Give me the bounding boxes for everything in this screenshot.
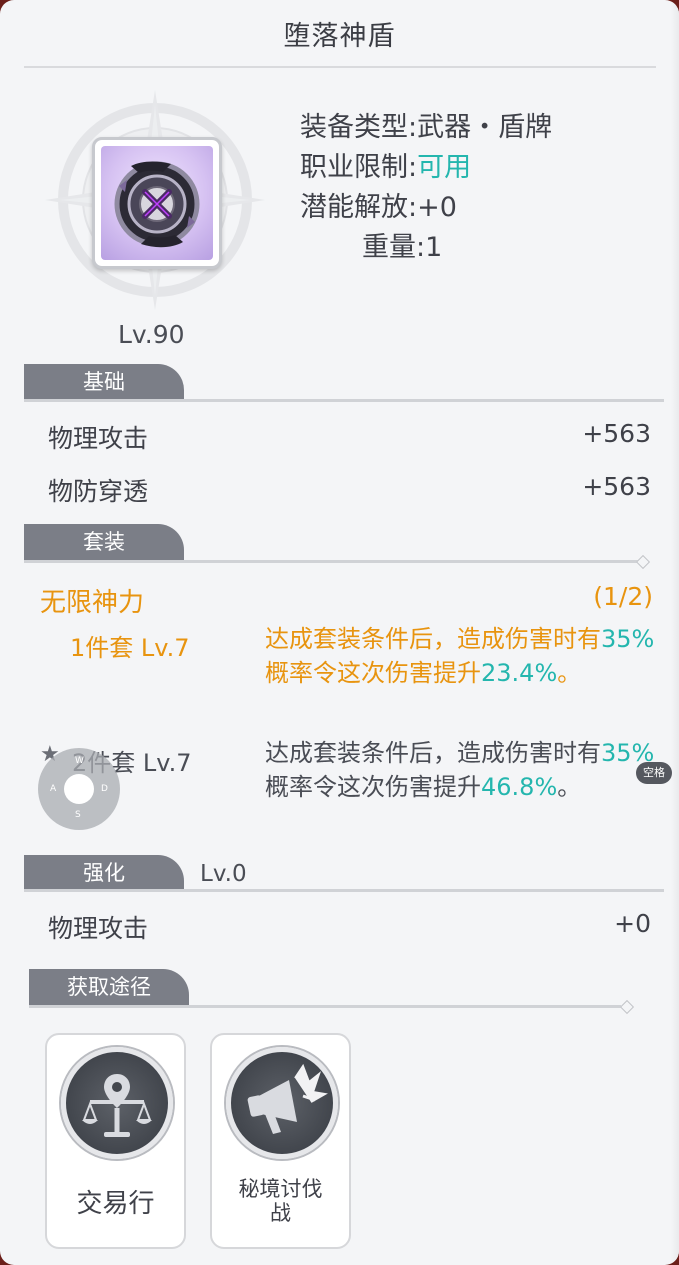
info-class-row: 职业限制:可用 (300, 148, 552, 188)
set-bonus-2-end: 。 (557, 773, 582, 801)
section-line-source (29, 1005, 621, 1008)
set-bonus-2-text-b: 概率令这次伤害提升 (265, 773, 481, 801)
item-icon-background (101, 146, 213, 260)
section-tab-set: 套装 (24, 524, 184, 560)
enhance-level: Lv.0 (200, 861, 247, 887)
scales-icon (61, 1047, 173, 1159)
source-card-expedition[interactable]: 秘境讨伐战 (210, 1033, 351, 1249)
section-line-enhance (24, 889, 664, 892)
section-tab-basic: 基础 (24, 364, 184, 400)
source-label-trading: 交易行 (76, 1189, 155, 1219)
class-label: 职业限制: (300, 152, 418, 183)
line-end-diamond-icon (619, 999, 635, 1015)
info-type-row: 装备类型:武器・盾牌 (300, 108, 552, 148)
potential-value: +0 (417, 192, 457, 223)
set-bonus-1-pct: 35% (601, 625, 655, 653)
source-label-expedition: 秘境讨伐战 (238, 1177, 323, 1225)
scales-glyph (82, 1074, 152, 1137)
item-icon-frame[interactable] (92, 137, 222, 269)
set-bonus-1-desc: 达成套装条件后，造成伤害时有35% 概率令这次伤害提升23.4%。 (265, 622, 665, 690)
class-value: 可用 (417, 152, 472, 183)
basic-stat-value-2: +563 (582, 472, 651, 501)
item-level: Lv.90 (118, 320, 185, 349)
joystick-key-s: S (75, 810, 81, 820)
basic-stat-name-2: 物防穿透 (48, 477, 149, 506)
set-bonus-1-end: 。 (557, 659, 582, 687)
section-line-set (24, 560, 642, 563)
megaphone-glyph (247, 1063, 328, 1134)
set-bonus-1-value: 23.4% (481, 659, 558, 687)
space-key-badge[interactable]: 空格 (636, 762, 672, 784)
weight-label: 重量: (362, 232, 426, 263)
virtual-joystick[interactable]: W A S D (38, 748, 120, 830)
line-end-diamond-icon (635, 554, 651, 570)
title-divider (24, 66, 656, 68)
info-weight-row: 重量:1 (300, 228, 552, 268)
set-bonus-2-text-a: 达成套装条件后，造成伤害时有 (265, 739, 601, 767)
item-title: 堕落神盾 (283, 21, 396, 52)
dark-shield-icon (114, 161, 200, 248)
set-count: (1/2) (593, 582, 653, 611)
joystick-key-w: W (75, 756, 84, 766)
panel-edge (671, 0, 679, 1265)
megaphone-icon (226, 1047, 338, 1159)
basic-stat-name-1: 物理攻击 (48, 424, 149, 453)
enhance-stat-name-1: 物理攻击 (48, 914, 149, 943)
set-bonus-1-text-b: 概率令这次伤害提升 (265, 659, 481, 687)
section-line-basic (24, 399, 664, 402)
set-bonus-2-desc: 达成套装条件后，造成伤害时有35%概率令这次伤害提升46.8%。 (265, 736, 665, 804)
item-info: 装备类型:武器・盾牌 职业限制:可用 潜能解放:+0 重量:1 (300, 108, 552, 268)
type-value: 武器・盾牌 (417, 112, 553, 143)
section-tab-source: 获取途径 (29, 969, 189, 1005)
joystick-key-d: D (101, 784, 108, 794)
potential-label: 潜能解放: (300, 192, 418, 223)
weight-value: 1 (425, 232, 443, 263)
equipment-detail-panel: 堕落神盾 Lv.90 装备类型:武器・盾牌 职业限制:可用 潜能解放:+0 重量… (0, 0, 679, 1265)
section-tab-enhance: 强化 (24, 855, 184, 891)
joystick-knob[interactable] (64, 774, 94, 804)
set-name: 无限神力 (40, 588, 145, 618)
set-bonus-1-label: 1件套 Lv.7 (70, 634, 190, 662)
set-bonus-2-value: 46.8% (481, 773, 558, 801)
basic-stat-value-1: +563 (582, 419, 651, 448)
set-bonus-1-text-a: 达成套装条件后，造成伤害时有 (265, 625, 601, 653)
joystick-key-a: A (50, 784, 57, 794)
type-label: 装备类型: (300, 112, 418, 143)
info-potential-row: 潜能解放:+0 (300, 188, 552, 228)
source-card-trading[interactable]: 交易行 (45, 1033, 186, 1249)
enhance-stat-value-1: +0 (614, 909, 651, 938)
